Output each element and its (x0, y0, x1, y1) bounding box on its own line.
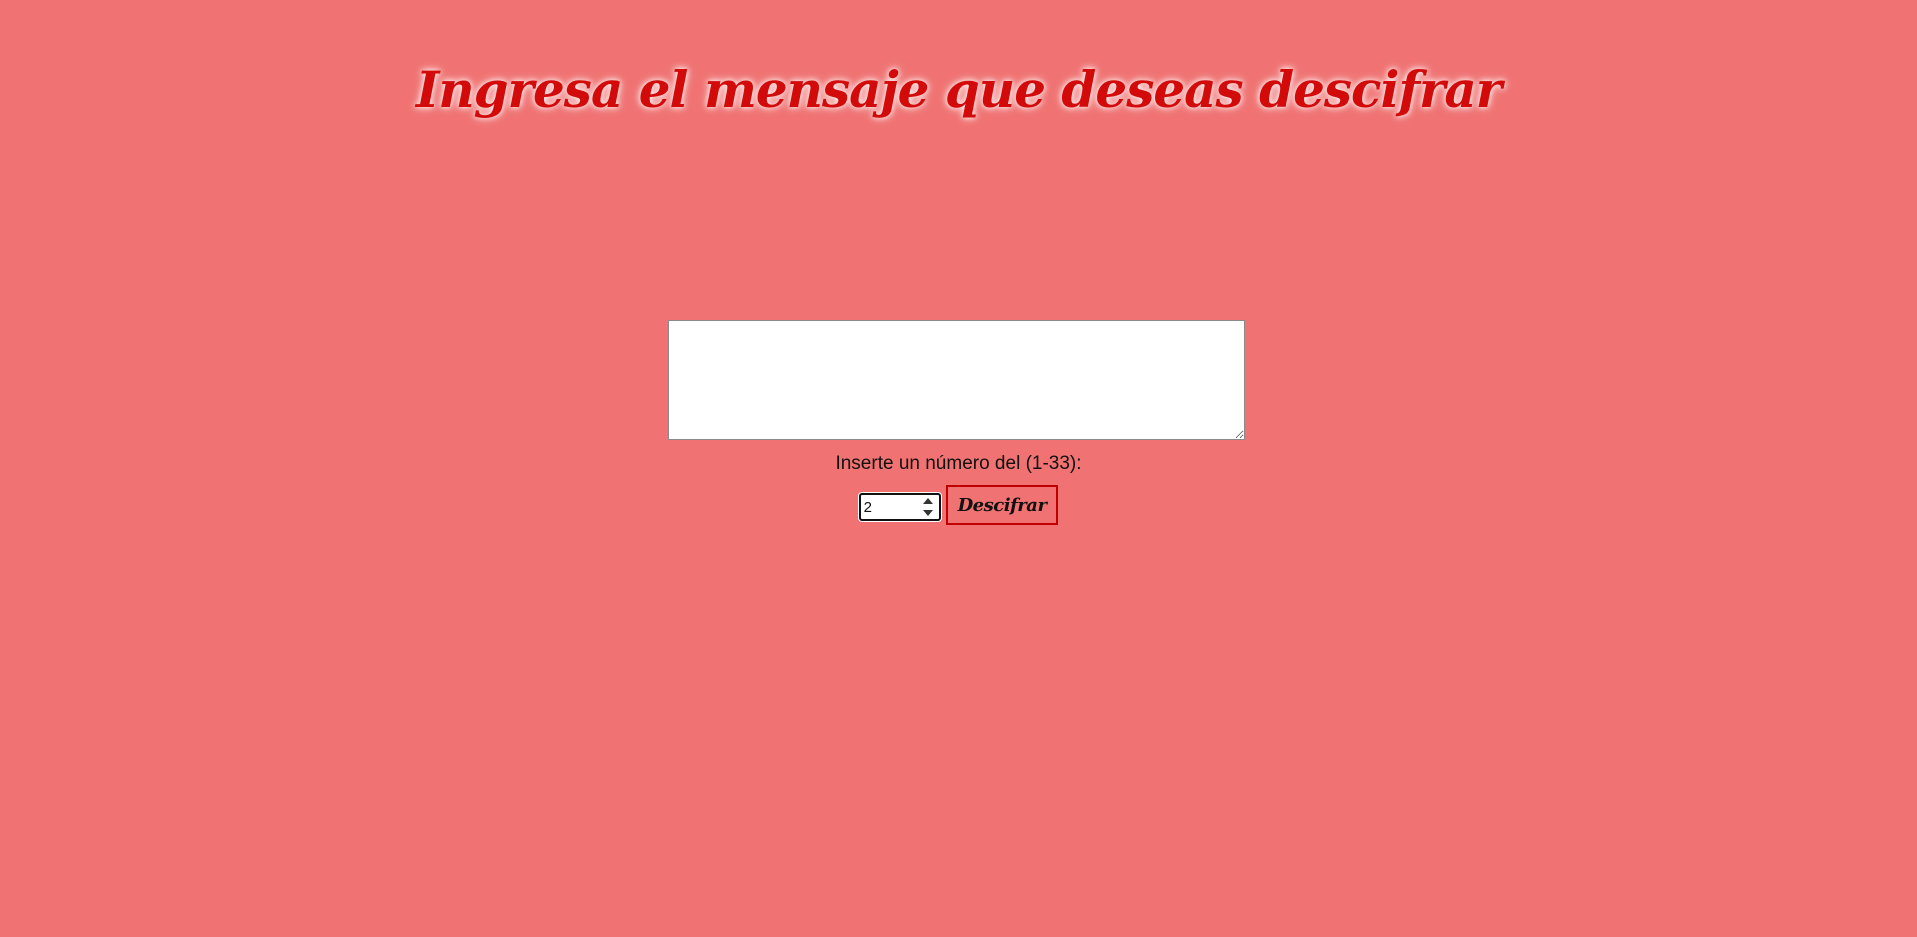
spin-down-icon[interactable] (922, 510, 933, 516)
decrypt-button[interactable]: Descifrar (945, 485, 1059, 525)
page-title: Ingresa el mensaje que deseas descifrar (415, 60, 1502, 119)
shift-number-input[interactable] (863, 497, 916, 517)
number-prompt-label: Inserte un número del (1-33): (835, 453, 1082, 474)
up-down-arrows-icon[interactable] (922, 498, 934, 516)
spin-up-icon[interactable] (922, 498, 933, 504)
shift-number-field[interactable] (858, 493, 941, 521)
page: Ingresa el mensaje que deseas descifrar … (0, 0, 1917, 937)
controls-row: Descifrar (0, 485, 1917, 525)
message-textarea[interactable] (668, 320, 1245, 440)
